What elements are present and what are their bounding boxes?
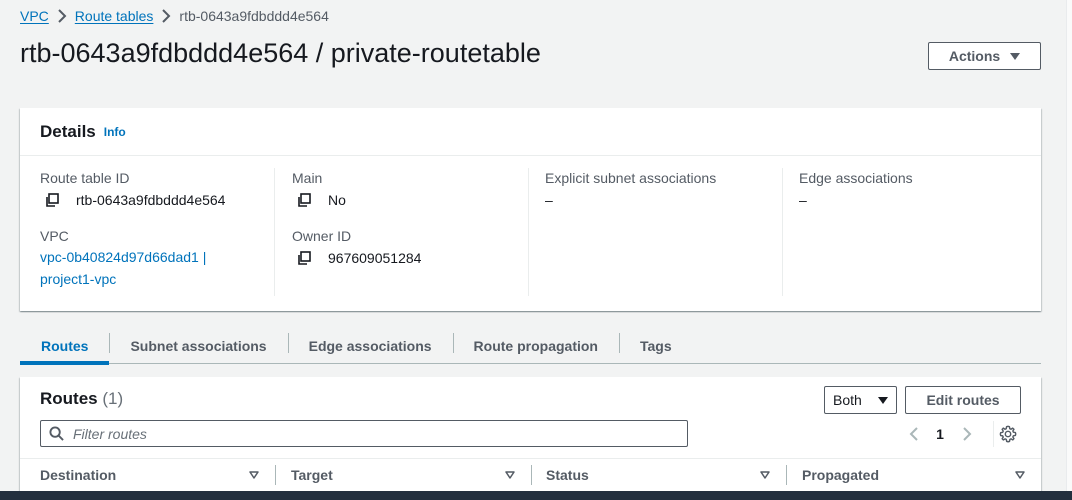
next-page-button[interactable] — [957, 424, 977, 444]
route-table-id-field: Route table ID rtb-0643a9fdbddd4e564 — [40, 168, 274, 210]
breadcrumb-current: rtb-0643a9fdbddd4e564 — [179, 8, 329, 24]
breadcrumb-route-tables-link[interactable]: Route tables — [75, 8, 154, 24]
edge-associations-label: Edge associations — [799, 170, 913, 186]
owner-id-value: 967609051284 — [328, 250, 422, 266]
main-label: Main — [292, 170, 323, 186]
sort-down-icon[interactable] — [505, 471, 515, 479]
owner-id-value-row: 967609051284 — [292, 248, 528, 268]
current-page-number[interactable]: 1 — [923, 426, 957, 442]
route-filter-select-value: Both — [833, 392, 862, 408]
scrollbar[interactable] — [1066, 0, 1072, 491]
filter-routes-input[interactable] — [73, 425, 653, 442]
sort-down-icon[interactable] — [249, 471, 259, 479]
pagination: 1 — [903, 422, 977, 446]
filter-routes-field[interactable] — [40, 420, 688, 447]
explicit-subnet-field: Explicit subnet associations – — [545, 168, 782, 210]
search-icon — [49, 426, 64, 441]
info-link[interactable]: Info — [104, 125, 126, 139]
details-column-4: Edge associations – — [782, 168, 1036, 296]
actions-button[interactable]: Actions — [928, 42, 1041, 70]
routes-title-text: Routes — [40, 389, 98, 408]
chevron-left-icon — [909, 427, 918, 441]
explicit-subnet-label: Explicit subnet associations — [545, 170, 717, 186]
column-header-propagated[interactable]: Propagated — [802, 459, 1032, 491]
chevron-right-icon — [49, 9, 75, 23]
vpc-link-line1: vpc-0b40824d97d66dad1 | — [40, 249, 207, 265]
tab-routes[interactable]: Routes — [20, 328, 110, 365]
column-header-propagated-label: Propagated — [802, 467, 880, 483]
details-column-3: Explicit subnet associations – — [528, 168, 782, 296]
tab-edge-associations[interactable]: Edge associations — [287, 328, 453, 364]
route-table-id-value-row: rtb-0643a9fdbddd4e564 — [40, 190, 274, 210]
main-value: No — [328, 192, 346, 208]
caret-down-icon — [878, 396, 888, 404]
chevron-right-icon — [153, 9, 179, 23]
page-title: rtb-0643a9fdbddd4e564 / private-routetab… — [20, 38, 541, 68]
gear-icon[interactable] — [999, 425, 1017, 443]
owner-id-field: Owner ID 967609051284 — [292, 226, 528, 268]
vpc-link[interactable]: vpc-0b40824d97d66dad1 | project1-vpc — [40, 246, 230, 290]
column-header-target-label: Target — [291, 467, 333, 483]
routes-title: Routes (1) — [40, 389, 123, 409]
copy-icon[interactable] — [44, 192, 60, 208]
route-table-id-label: Route table ID — [40, 170, 130, 186]
breadcrumb: VPC Route tables rtb-0643a9fdbddd4e564 — [20, 6, 329, 26]
vpc-label: VPC — [40, 228, 69, 244]
edge-associations-field: Edge associations – — [799, 168, 1036, 210]
explicit-subnet-value: – — [545, 192, 553, 208]
column-header-target[interactable]: Target — [291, 459, 531, 491]
details-title: Details — [40, 121, 96, 141]
routes-panel: Routes (1) Both Edit routes 1 Destinatio… — [20, 377, 1041, 500]
routes-table-header: Destination Target Status Propagated — [20, 458, 1041, 490]
column-header-status[interactable]: Status — [546, 459, 786, 491]
route-table-id-value: rtb-0643a9fdbddd4e564 — [76, 192, 226, 208]
column-header-destination-label: Destination — [40, 467, 117, 483]
sort-down-icon[interactable] — [1015, 471, 1025, 479]
caret-down-icon — [1010, 52, 1021, 60]
column-divider — [275, 465, 276, 485]
tab-tags[interactable]: Tags — [618, 328, 693, 364]
route-filter-select[interactable]: Both — [824, 386, 897, 414]
copy-icon[interactable] — [296, 192, 312, 208]
chevron-right-icon — [962, 427, 971, 441]
column-divider — [531, 465, 532, 485]
details-header: Details Info — [20, 108, 1041, 156]
copy-icon[interactable] — [296, 250, 312, 266]
vpc-link-line2: project1-vpc — [40, 271, 117, 287]
routes-count: (1) — [102, 389, 124, 408]
previous-page-button[interactable] — [903, 424, 923, 444]
details-grid: Route table ID rtb-0643a9fdbddd4e564 VPC… — [20, 168, 1041, 296]
pager-divider — [993, 421, 994, 447]
main-value-row: No — [292, 190, 528, 210]
column-header-status-label: Status — [546, 467, 589, 483]
footer-bar — [0, 491, 1072, 500]
details-column-2: Main No Owner ID 967609051284 — [274, 168, 528, 296]
tab-route-propagation[interactable]: Route propagation — [452, 328, 619, 364]
main-field: Main No — [292, 168, 528, 210]
owner-id-label: Owner ID — [292, 228, 352, 244]
edit-routes-button[interactable]: Edit routes — [905, 386, 1021, 414]
actions-button-label: Actions — [948, 48, 1001, 64]
edge-associations-value: – — [799, 192, 807, 208]
vpc-field: VPC vpc-0b40824d97d66dad1 | project1-vpc — [40, 226, 274, 290]
column-header-destination[interactable]: Destination — [40, 459, 275, 491]
tab-bar: Routes Subnet associations Edge associat… — [20, 328, 1041, 365]
breadcrumb-vpc-link[interactable]: VPC — [20, 8, 49, 24]
column-divider — [786, 465, 787, 485]
details-column-1: Route table ID rtb-0643a9fdbddd4e564 VPC… — [20, 168, 274, 296]
sort-down-icon[interactable] — [760, 471, 770, 479]
details-panel: Details Info Route table ID rtb-0643a9fd… — [20, 108, 1041, 311]
tab-subnet-associations[interactable]: Subnet associations — [109, 328, 287, 364]
